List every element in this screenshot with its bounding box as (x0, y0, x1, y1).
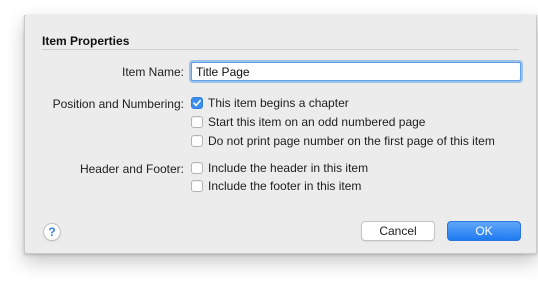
item-properties-sheet: Item Properties Item Name: Position and … (24, 15, 537, 254)
include-header-label: Include the header in this item (208, 161, 369, 175)
odd-page-checkbox[interactable] (191, 116, 203, 128)
begins-chapter-option[interactable]: This item begins a chapter (191, 96, 349, 110)
item-name-label: Item Name: (121, 65, 184, 79)
checkmark-icon (193, 99, 201, 107)
include-footer-label: Include the footer in this item (208, 179, 362, 193)
section-divider (42, 49, 519, 50)
include-header-option[interactable]: Include the header in this item (191, 161, 368, 175)
header-footer-label: Header and Footer: (79, 162, 184, 176)
position-numbering-label: Position and Numbering: (52, 97, 184, 111)
ok-button[interactable]: OK (447, 221, 521, 241)
no-page-number-checkbox[interactable] (191, 135, 203, 147)
begins-chapter-label: This item begins a chapter (208, 96, 349, 110)
no-page-number-label: Do not print page number on the first pa… (208, 134, 495, 148)
no-page-number-option[interactable]: Do not print page number on the first pa… (191, 134, 495, 148)
odd-page-label: Start this item on an odd numbered page (208, 115, 426, 129)
include-header-checkbox[interactable] (191, 162, 203, 174)
begins-chapter-checkbox[interactable] (191, 97, 203, 109)
help-button[interactable]: ? (43, 223, 61, 241)
cancel-button[interactable]: Cancel (361, 221, 435, 241)
question-mark-icon: ? (48, 225, 56, 239)
section-title: Item Properties (42, 34, 130, 48)
include-footer-checkbox[interactable] (191, 180, 203, 192)
odd-page-option[interactable]: Start this item on an odd numbered page (191, 115, 425, 129)
item-name-field[interactable] (191, 62, 521, 81)
include-footer-option[interactable]: Include the footer in this item (191, 179, 361, 193)
